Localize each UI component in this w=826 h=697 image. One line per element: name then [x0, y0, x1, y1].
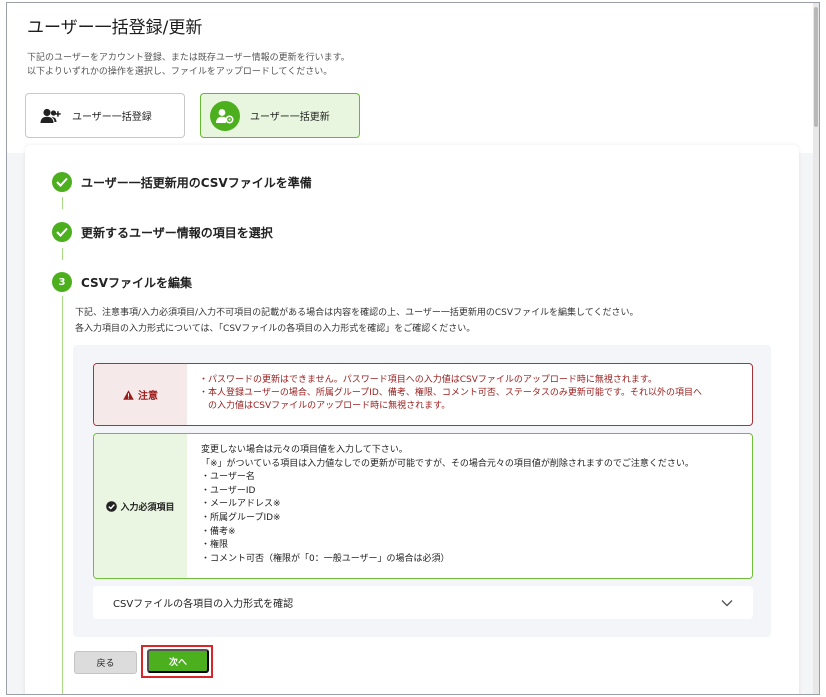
step-1-title: ユーザー一括更新用のCSVファイルを準備 [81, 176, 312, 190]
step-3-description-line: 下記、注意事項/入力必須項目/入力不可項目の記載がある場合は内容を確認の上、ユー… [75, 308, 639, 318]
back-button[interactable]: 戻る [74, 651, 137, 674]
required-header: 入力必須項目 [94, 434, 187, 578]
warning-icon [123, 389, 134, 400]
step-connector [62, 197, 63, 209]
register-mode-label: ユーザー一括登録 [72, 112, 152, 123]
accordion-label: CSVファイルの各項目の入力形式を確認 [113, 599, 294, 610]
step-2-title: 更新するユーザー情報の項目を選択 [81, 226, 273, 240]
required-line: 「※」がついている項目は入力値なしでの更新が可能ですが、その場合元々の項目値が削… [201, 458, 694, 469]
step-1-check-icon [52, 172, 72, 192]
required-line: ・メールアドレス※ [201, 499, 281, 510]
scrollbar-thumb[interactable] [814, 7, 818, 127]
required-line: ・ユーザーID [201, 485, 256, 496]
required-line: ・備考※ [201, 526, 236, 537]
csv-format-accordion[interactable]: CSVファイルの各項目の入力形式を確認 [93, 586, 753, 619]
required-items-box: 入力必須項目 変更しない場合は元々の項目値を入力して下さい。 「※」がついている… [93, 433, 753, 579]
step-3-description: 下記、注意事項/入力必須項目/入力不可項目の記載がある場合は内容を確認の上、ユー… [75, 305, 639, 337]
required-label: 入力必須項目 [120, 502, 175, 513]
csv-info-panel: 注意 ・パスワードの更新はできません。パスワード項目への入力値はCSVファイルの… [73, 345, 771, 637]
notice-line: の入力値はCSVファイルのアップロード時に無視されます。 [199, 401, 451, 411]
steps-card: ユーザー一括更新用のCSVファイルを準備 更新するユーザー情報の項目を選択 3 … [25, 145, 799, 694]
page-description-line: 以下よりいずれかの操作を選択し、ファイルをアップロードしてください。 [27, 67, 333, 77]
step-3-description-line: 各入力項目の入力形式については、「CSVファイルの各項目の入力形式を確認」をご確… [75, 324, 476, 334]
step-connector [62, 296, 63, 694]
next-button[interactable]: 次へ [147, 649, 209, 673]
update-mode-button[interactable]: ユーザー一括更新 [200, 93, 360, 138]
step-connector [62, 248, 63, 260]
step-3-title: CSVファイルを編集 [81, 276, 192, 290]
chevron-down-icon [721, 599, 733, 606]
notice-label: 注意 [138, 391, 158, 402]
required-line: ・コメント可否（権限が「0：一般ユーザー」の場合は必須） [201, 553, 450, 564]
required-line: ・所属グループID※ [201, 512, 281, 523]
step-2-check-icon [52, 222, 72, 242]
required-line: ・権限 [201, 540, 229, 551]
scrollbar[interactable] [813, 3, 819, 694]
required-line: 変更しない場合は元々の項目値を入力して下さい。 [201, 445, 408, 455]
notice-line: ・本人登録ユーザーの場合、所属グループID、備考、権限、コメント可否、ステータス… [199, 388, 702, 398]
notice-body: ・パスワードの更新はできません。パスワード項目への入力値はCSVファイルのアップ… [187, 364, 714, 425]
step-3-number: 3 [52, 272, 72, 292]
page-description: 下記のユーザーをアカウント登録、または既存ユーザー情報の更新を行います。 以下よ… [27, 51, 350, 79]
user-add-icon [40, 108, 66, 124]
required-body: 変更しない場合は元々の項目値を入力して下さい。 「※」がついている項目は入力値な… [187, 434, 708, 578]
notice-header: 注意 [94, 364, 187, 425]
register-mode-button[interactable]: ユーザー一括登録 [25, 93, 185, 138]
notice-line: ・パスワードの更新はできません。パスワード項目への入力値はCSVファイルのアップ… [199, 375, 657, 385]
check-circle-icon [106, 500, 118, 512]
user-gear-icon [210, 100, 240, 131]
page-description-line: 下記のユーザーをアカウント登録、または既存ユーザー情報の更新を行います。 [27, 53, 350, 63]
update-mode-label: ユーザー一括更新 [250, 112, 330, 123]
required-line: ・ユーザー名 [201, 472, 255, 483]
notice-box: 注意 ・パスワードの更新はできません。パスワード項目への入力値はCSVファイルの… [93, 363, 753, 426]
app-frame: ユーザー一括登録/更新 下記のユーザーをアカウント登録、または既存ユーザー情報の… [6, 2, 820, 695]
page-title: ユーザー一括登録/更新 [27, 18, 203, 38]
